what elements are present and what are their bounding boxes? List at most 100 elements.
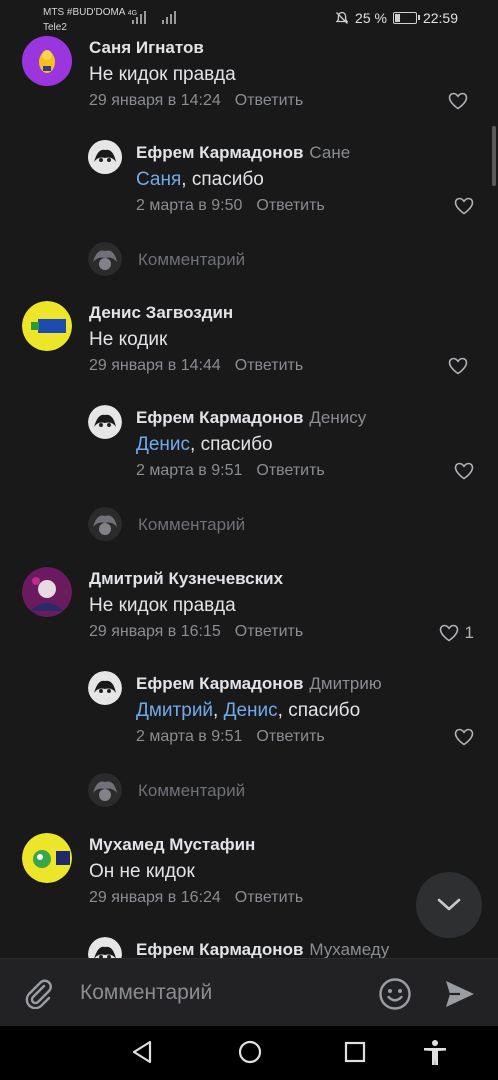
carrier-1: MTS #BUD'DOMA <box>43 7 125 18</box>
reply-button[interactable]: Ответить <box>235 92 303 109</box>
comment-text: Он не кидок <box>89 861 195 882</box>
reply-author-name[interactable]: Ефрем Кармадонов <box>136 674 303 693</box>
avatar[interactable] <box>88 937 122 958</box>
reply-text-rest: , спасибо <box>190 434 273 455</box>
recents-button[interactable] <box>343 1039 367 1070</box>
heart-icon <box>454 728 474 746</box>
reply-author[interactable]: Ефрем Кармадонов Денису <box>136 408 366 428</box>
emoji-button[interactable] <box>378 977 412 1016</box>
like-button[interactable]: 1 <box>439 623 474 643</box>
attach-button[interactable] <box>22 977 54 1014</box>
status-right: 25 % 22:59 <box>335 10 458 26</box>
comments-feed[interactable]: Саня Игнатов Не кидок правда 29 января в… <box>0 36 498 958</box>
back-button[interactable] <box>130 1039 154 1070</box>
battery-percent: 25 % <box>355 10 387 26</box>
comment-date: 29 января в 14:44 <box>89 357 221 374</box>
reply-input[interactable]: Комментарий <box>88 773 388 807</box>
clock: 22:59 <box>422 10 458 26</box>
comment-meta: 29 января в 16:24 Ответить <box>89 889 303 907</box>
comment-text: Не кодик <box>89 329 168 350</box>
send-icon <box>446 981 474 1007</box>
reply-author-name[interactable]: Ефрем Кармадонов <box>136 940 303 958</box>
reply-text-rest: , спасибо <box>277 700 361 721</box>
like-button[interactable] <box>454 462 474 480</box>
reply-author[interactable]: Ефрем Кармадонов Сане <box>136 143 350 163</box>
reply-button[interactable]: Ответить <box>256 728 324 745</box>
avatar[interactable] <box>22 36 72 86</box>
heart-icon <box>448 92 468 110</box>
like-button[interactable] <box>454 197 474 215</box>
reply-text-rest: , спасибо <box>181 169 264 190</box>
reply-to: Сане <box>309 143 351 162</box>
avatar[interactable] <box>88 140 122 174</box>
reply-input-placeholder: Комментарий <box>138 781 246 800</box>
reply-button[interactable]: Ответить <box>235 357 303 374</box>
reply-meta: 2 марта в 9:51 Ответить <box>136 462 325 480</box>
bell-muted-icon <box>335 11 349 24</box>
reply-date: 2 марта в 9:51 <box>136 462 243 479</box>
reply-button[interactable]: Ответить <box>256 197 324 214</box>
reply-author-name[interactable]: Ефрем Кармадонов <box>136 408 303 427</box>
comment-date: 29 января в 14:24 <box>89 92 221 109</box>
home-button[interactable] <box>237 1039 263 1070</box>
reply-meta: 2 марта в 9:50 Ответить <box>136 197 325 215</box>
reply-meta: 2 марта в 9:51 Ответить <box>136 728 325 746</box>
mention-link[interactable]: Денис <box>224 700 278 721</box>
reply-button[interactable]: Ответить <box>235 889 303 906</box>
status-bar: MTS #BUD'DOMA 4G Tele2 25 % 22:59 <box>0 0 498 36</box>
own-avatar <box>88 773 122 807</box>
comment-meta: 29 января в 14:44 Ответить <box>89 357 303 375</box>
reply-input[interactable]: Комментарий <box>88 507 388 541</box>
reply-input[interactable]: Комментарий <box>88 242 388 276</box>
comment-date: 29 января в 16:24 <box>89 889 221 906</box>
avatar[interactable] <box>22 567 72 617</box>
like-button[interactable] <box>448 357 474 375</box>
mention-link[interactable]: Дмитрий <box>136 700 213 721</box>
comment-input[interactable]: Комментарий <box>80 981 212 1005</box>
reply-button[interactable]: Ответить <box>256 462 324 479</box>
comment-author[interactable]: Саня Игнатов <box>89 38 204 58</box>
smile-icon <box>379 978 411 1010</box>
avatar[interactable] <box>22 833 72 883</box>
chevron-down-icon <box>437 898 461 911</box>
scroll-down-button[interactable] <box>416 872 482 938</box>
signal-icon-2 <box>162 10 176 24</box>
scrollbar[interactable] <box>492 126 496 186</box>
reply-to: Дмитрию <box>309 674 382 693</box>
own-avatar <box>88 507 122 541</box>
comment-composer: Комментарий <box>0 958 498 1027</box>
reply-button[interactable]: Ответить <box>235 623 303 640</box>
comment-author[interactable]: Дмитрий Кузнечевских <box>89 569 283 589</box>
mention-link[interactable]: Денис <box>136 434 190 455</box>
reply-input-placeholder: Комментарий <box>138 250 246 269</box>
home-circle-icon <box>238 1040 262 1064</box>
accessibility-icon <box>424 1040 446 1065</box>
like-count: 1 <box>464 623 474 642</box>
avatar[interactable] <box>22 301 72 351</box>
system-nav-bar <box>0 1026 498 1080</box>
own-avatar <box>88 242 122 276</box>
reply-author[interactable]: Ефрем Кармадонов Мухамеду <box>136 940 389 958</box>
reply-author[interactable]: Ефрем Кармадонов Дмитрию <box>136 674 382 694</box>
heart-icon <box>448 357 468 375</box>
mention-link[interactable]: Саня <box>136 169 181 190</box>
paperclip-icon <box>25 979 52 1010</box>
avatar[interactable] <box>88 671 122 705</box>
comment-meta: 29 января в 14:24 Ответить <box>89 92 303 110</box>
like-button[interactable] <box>448 92 474 110</box>
like-button[interactable] <box>454 728 474 746</box>
send-button[interactable] <box>444 979 476 1014</box>
comment-text: Не кидок правда <box>89 64 236 85</box>
accessibility-button[interactable] <box>422 1039 448 1072</box>
avatar[interactable] <box>88 405 122 439</box>
reply-author-name[interactable]: Ефрем Кармадонов <box>136 143 303 162</box>
comment-author[interactable]: Денис Загвоздин <box>89 303 233 323</box>
carrier-2: Tele2 <box>43 22 67 33</box>
comment-text: Не кидок правда <box>89 595 236 616</box>
heart-icon <box>439 624 458 642</box>
reply-date: 2 марта в 9:50 <box>136 197 243 214</box>
back-triangle-icon <box>132 1040 152 1064</box>
comment-date: 29 января в 16:15 <box>89 623 221 640</box>
comment-author[interactable]: Мухамед Мустафин <box>89 835 255 855</box>
reply-text: Денис, спасибо <box>136 434 273 456</box>
